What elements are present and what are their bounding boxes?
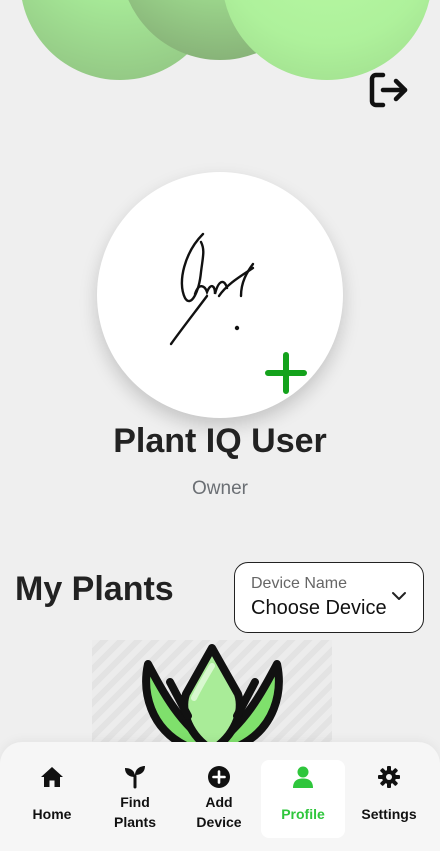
- person-icon: [291, 764, 315, 790]
- nav-add-device-label: Add Device: [196, 794, 242, 830]
- nav-home-label: Home: [32, 806, 72, 822]
- nav-profile[interactable]: Profile: [261, 760, 345, 838]
- chevron-down-icon: [392, 592, 406, 600]
- nav-settings[interactable]: Settings: [347, 760, 431, 838]
- nav-home[interactable]: Home: [10, 760, 94, 838]
- device-select-value: Choose Device: [251, 597, 387, 619]
- nav-settings-label: Settings: [361, 806, 417, 822]
- nav-find-plants[interactable]: Find Plants: [93, 760, 177, 838]
- bottom-nav: Home Find Plants Add Device Profile Sett…: [0, 742, 440, 851]
- signature-image: [169, 232, 255, 346]
- device-select[interactable]: Device Name Choose Device: [234, 562, 424, 633]
- user-role: Owner: [192, 478, 248, 499]
- my-plants-title: My Plants: [15, 570, 174, 608]
- nav-find-plants-label: Find Plants: [113, 794, 156, 830]
- add-circle-icon: [207, 764, 231, 790]
- plant-card[interactable]: [92, 640, 332, 755]
- add-photo-button[interactable]: [258, 345, 314, 401]
- plant-logo-icon: [142, 644, 283, 754]
- user-name: Plant IQ User: [113, 422, 327, 460]
- logout-icon: [369, 72, 408, 108]
- home-icon: [39, 764, 65, 790]
- plus-icon: [265, 352, 307, 394]
- sprout-icon: [122, 764, 148, 790]
- nav-add-device[interactable]: Add Device: [177, 760, 261, 838]
- device-select-label: Device Name: [251, 575, 348, 592]
- gear-icon: [377, 764, 401, 790]
- logout-button[interactable]: [366, 68, 412, 112]
- nav-profile-label: Profile: [281, 806, 325, 822]
